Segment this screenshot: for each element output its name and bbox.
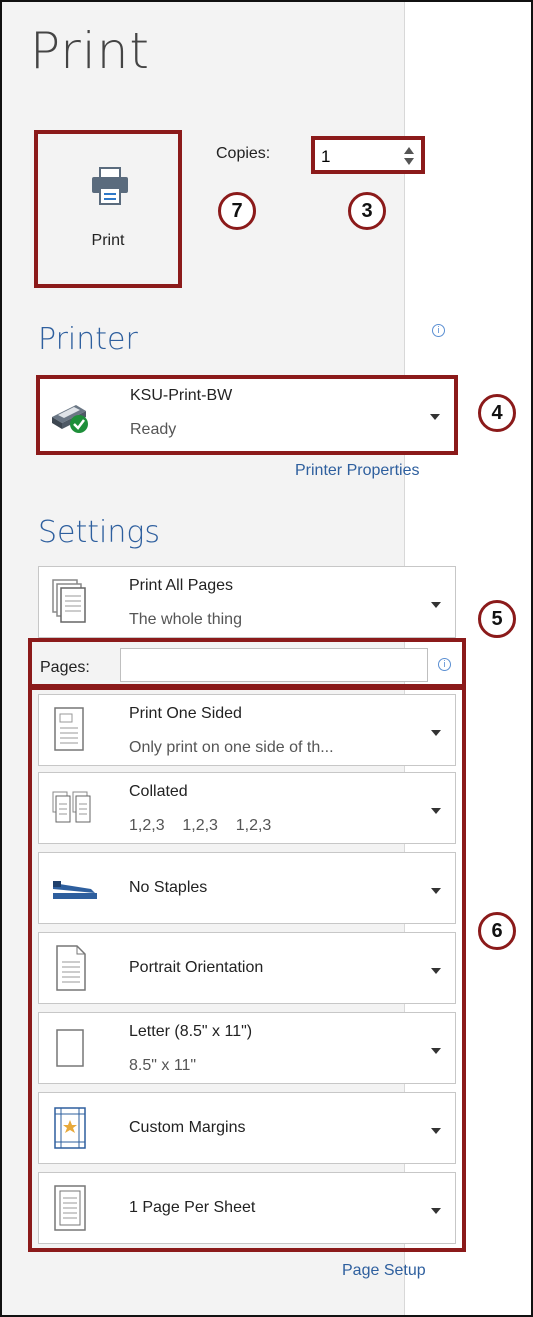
copies-input[interactable] (319, 145, 397, 169)
copies-stepper[interactable] (311, 136, 425, 174)
option-description: The whole thing (129, 611, 242, 628)
collated-dropdown[interactable]: Collated 1,2,3 1,2,3 1,2,3 (38, 772, 456, 844)
copies-label: Copies: (216, 145, 271, 162)
page-setup-link[interactable]: Page Setup (342, 1262, 426, 1280)
chevron-down-icon (431, 808, 441, 814)
callout-5: 5 (478, 600, 516, 638)
printer-dropdown[interactable]: KSU-Print-BW Ready (36, 375, 458, 455)
paper-size-dropdown[interactable]: Letter (8.5" x 11") 8.5" x 11" (38, 1012, 456, 1084)
info-icon[interactable]: i (432, 324, 445, 337)
orientation-dropdown[interactable]: Portrait Orientation (38, 932, 456, 1004)
printer-status-icon (52, 405, 88, 433)
option-description: 8.5" x 11" (129, 1057, 197, 1074)
option-label: Collated (129, 783, 188, 800)
chevron-down-icon (431, 602, 441, 608)
pages-input[interactable] (120, 648, 428, 682)
pages-label: Pages: (40, 659, 90, 676)
chevron-down-icon (430, 414, 440, 420)
pages-per-sheet-dropdown[interactable]: 1 Page Per Sheet (38, 1172, 456, 1244)
one-sided-icon (54, 707, 84, 751)
page-title: Print (30, 22, 151, 80)
settings-section-title: Settings (38, 515, 161, 550)
chevron-down-icon (431, 730, 441, 736)
staples-dropdown[interactable]: No Staples (38, 852, 456, 924)
option-label: Print All Pages (129, 577, 234, 594)
option-label: Print One Sided (129, 705, 242, 722)
letter-paper-icon (56, 1029, 84, 1067)
chevron-down-icon (431, 1208, 441, 1214)
option-label: No Staples (129, 879, 208, 896)
chevron-down-icon (431, 888, 441, 894)
option-description: 1,2,3 1,2,3 1,2,3 (129, 817, 272, 834)
printer-icon (92, 167, 128, 205)
option-label: Letter (8.5" x 11") (129, 1023, 253, 1040)
printer-name: KSU-Print-BW (130, 387, 233, 404)
printer-section-title: Printer (38, 322, 138, 357)
page-per-sheet-icon (54, 1185, 86, 1231)
chevron-down-icon (431, 968, 441, 974)
callout-7: 7 (218, 192, 256, 230)
portrait-icon (56, 945, 86, 991)
option-description: Only print on one side of th... (129, 739, 334, 756)
chevron-down-icon (431, 1048, 441, 1054)
printer-status: Ready (130, 421, 177, 438)
print-all-pages-dropdown[interactable]: Print All Pages The whole thing (38, 566, 456, 638)
collated-icon (52, 791, 91, 823)
option-label: 1 Page Per Sheet (129, 1199, 256, 1216)
printer-properties-link[interactable]: Printer Properties (295, 462, 420, 480)
callout-4: 4 (478, 394, 516, 432)
margins-dropdown[interactable]: Custom Margins (38, 1092, 456, 1164)
info-icon[interactable]: i (438, 658, 451, 671)
margins-icon (54, 1107, 86, 1149)
stapler-icon (53, 881, 97, 899)
print-button-label: Print (91, 232, 125, 249)
print-button[interactable]: Print (34, 130, 182, 288)
callout-6: 6 (478, 912, 516, 950)
option-label: Portrait Orientation (129, 959, 264, 976)
option-label: Custom Margins (129, 1119, 246, 1136)
chevron-down-icon (431, 1128, 441, 1134)
callout-3: 3 (348, 192, 386, 230)
print-one-sided-dropdown[interactable]: Print One Sided Only print on one side o… (38, 694, 456, 766)
spin-arrows-icon[interactable] (403, 144, 415, 168)
all-pages-icon (52, 579, 86, 623)
